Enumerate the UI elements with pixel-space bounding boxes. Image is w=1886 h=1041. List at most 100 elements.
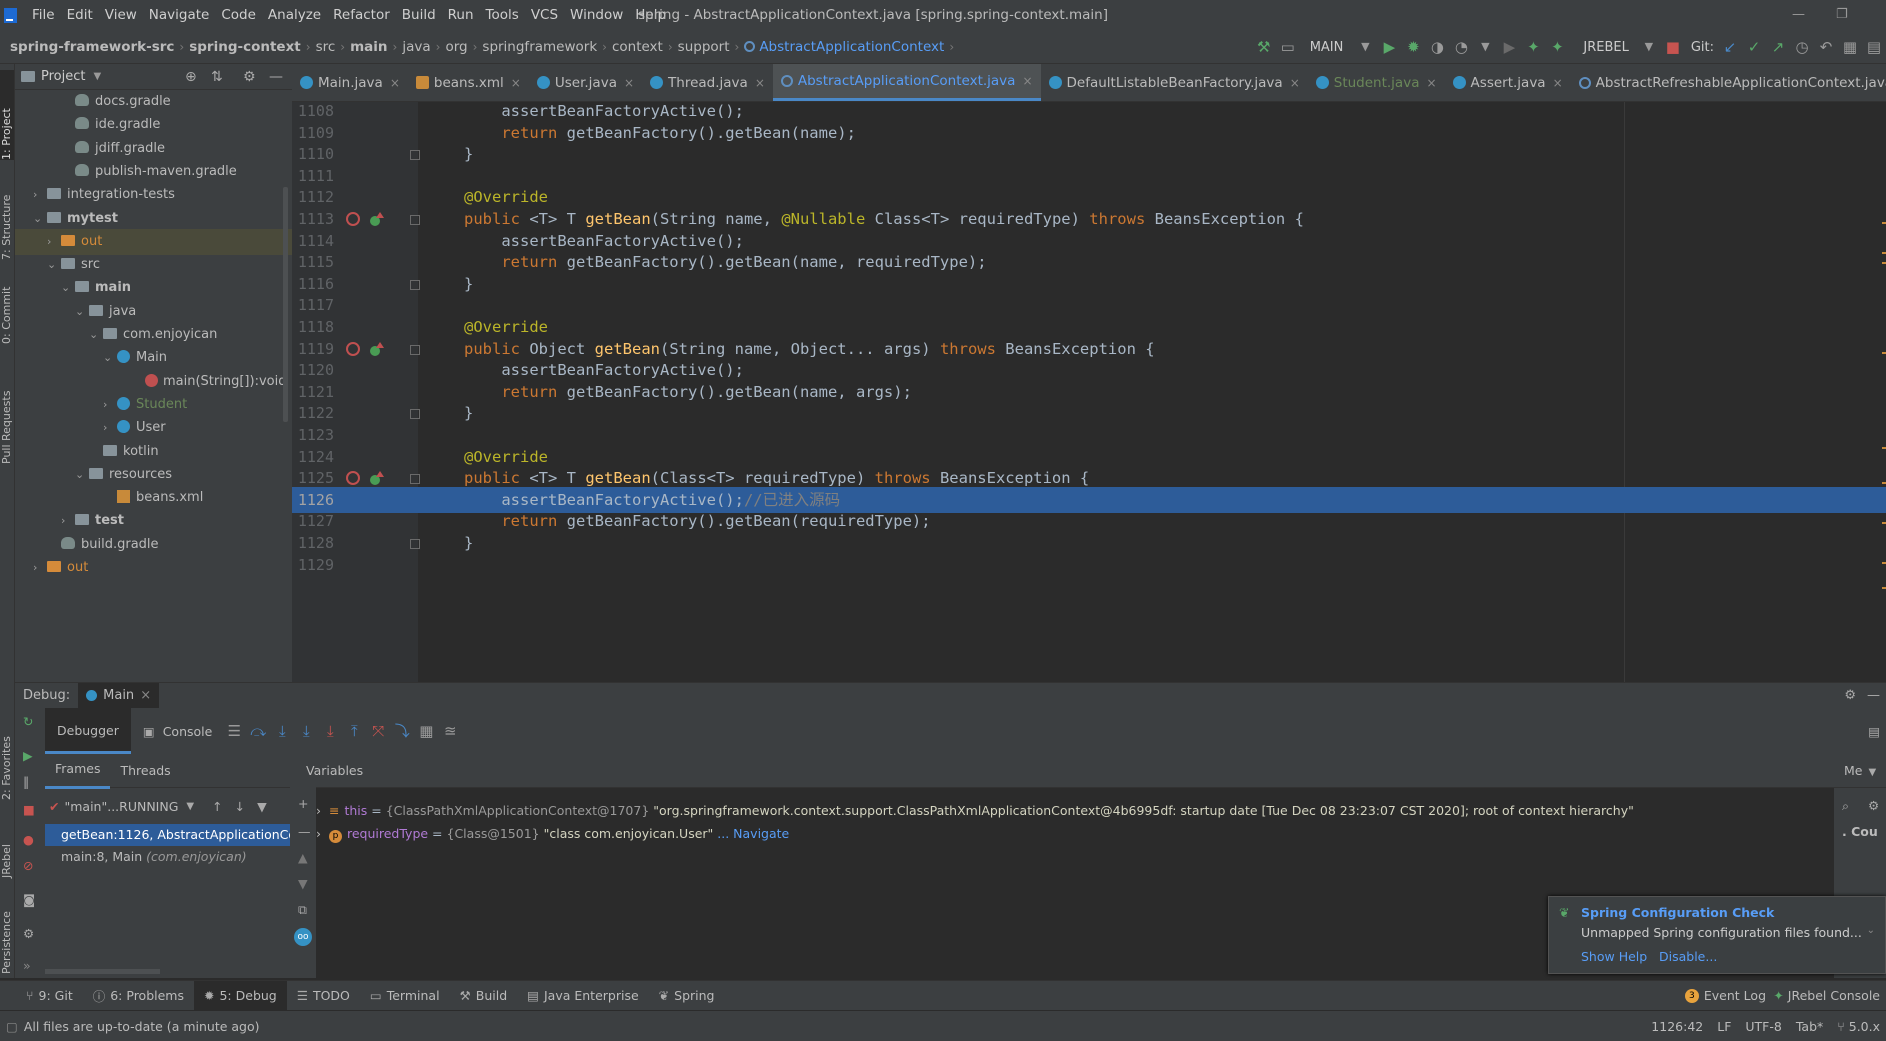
- scroll-marker[interactable]: [1882, 262, 1886, 264]
- tool-tab[interactable]: ✹ 5: Debug: [194, 980, 287, 1011]
- expand-arrow-icon[interactable]: ›: [33, 555, 45, 581]
- navigate-link[interactable]: ... Navigate: [717, 826, 789, 841]
- tree-item[interactable]: › out: [15, 228, 292, 255]
- tab-threads[interactable]: Threads: [110, 754, 180, 788]
- trace-icon[interactable]: ≊: [438, 714, 462, 748]
- scroll-marker[interactable]: [1882, 252, 1886, 254]
- editor-tab[interactable]: AbstractRefreshableApplicationContext.ja…: [1571, 64, 1886, 101]
- gear-icon[interactable]: ⚙: [23, 926, 34, 941]
- tree-item[interactable]: › Student: [15, 392, 292, 418]
- expand-arrow-icon[interactable]: ⌄: [103, 345, 115, 371]
- tree-item[interactable]: ⌄ main: [15, 275, 292, 301]
- view-breakpoints-icon[interactable]: ●: [23, 832, 34, 847]
- overriding-method-icon[interactable]: [370, 471, 384, 486]
- pull-requests-tool-tab[interactable]: Pull Requests: [0, 354, 14, 464]
- fold-marker-icon[interactable]: [410, 474, 420, 485]
- run-icon[interactable]: ▶: [1377, 30, 1401, 64]
- move-down-icon[interactable]: ▼: [298, 876, 308, 891]
- fold-marker-icon[interactable]: [410, 279, 420, 290]
- tree-item[interactable]: › integration-tests: [15, 182, 292, 208]
- chevron-down-icon[interactable]: ▼: [1868, 767, 1876, 778]
- arrow-up-icon[interactable]: ↑: [212, 799, 222, 814]
- scroll-marker[interactable]: [1882, 482, 1886, 484]
- breadcrumb-item[interactable]: src: [316, 39, 336, 55]
- file-encoding[interactable]: UTF-8: [1745, 1019, 1781, 1034]
- frames-scrollbar[interactable]: [45, 969, 160, 974]
- tool-tab[interactable]: ⓘ 6: Problems: [83, 981, 194, 1011]
- tree-item[interactable]: ⌄ com.enjoyican: [15, 322, 292, 348]
- tree-item[interactable]: docs.gradle: [15, 90, 292, 115]
- overriding-method-icon[interactable]: [370, 341, 384, 356]
- debug-session-tab[interactable]: Main ×: [78, 682, 160, 709]
- hide-icon[interactable]: —: [269, 69, 283, 85]
- tree-item[interactable]: ide.gradle: [15, 112, 292, 138]
- chevron-down-icon[interactable]: ⌄: [1867, 925, 1875, 936]
- show-help-link[interactable]: Show Help: [1581, 949, 1647, 964]
- jrebel-debug-icon[interactable]: ✦: [1545, 30, 1569, 64]
- layout-icon[interactable]: ▢: [0, 1019, 24, 1034]
- chevron-down-icon[interactable]: ▼: [1473, 30, 1497, 64]
- close-icon[interactable]: ×: [1426, 76, 1436, 90]
- scroll-marker[interactable]: [1882, 222, 1886, 224]
- filter-icon[interactable]: ▼: [257, 799, 267, 814]
- caret-position[interactable]: 1126:42: [1651, 1019, 1703, 1034]
- profile-icon[interactable]: ◔: [1449, 30, 1473, 64]
- editor-tab[interactable]: Student.java ×: [1308, 64, 1445, 101]
- force-step-into-icon[interactable]: ⤓: [318, 714, 342, 748]
- expand-arrow-icon[interactable]: ›: [33, 182, 45, 208]
- stack-frame[interactable]: main:8, Main (com.enjoyican): [45, 846, 290, 868]
- event-log-tab[interactable]: 3 Event Log: [1684, 988, 1766, 1003]
- tool-tab[interactable]: ❦ Spring: [649, 981, 725, 1011]
- more-icon[interactable]: »: [23, 958, 31, 973]
- editor-tab[interactable]: AbstractApplicationContext.java ×: [772, 64, 1041, 101]
- editor-tab[interactable]: Main.java ×: [292, 64, 408, 101]
- gear-icon[interactable]: ⚙: [1844, 688, 1856, 703]
- breadcrumb-item[interactable]: AbstractApplicationContext: [759, 39, 944, 55]
- memory-tab[interactable]: Me ▼: [1834, 754, 1886, 788]
- close-icon[interactable]: ×: [140, 688, 151, 703]
- implementing-method-icon[interactable]: [346, 471, 360, 486]
- tab-console[interactable]: Console: [163, 724, 223, 739]
- git-push-icon[interactable]: ↗: [1766, 30, 1790, 64]
- stack-frame[interactable]: getBean:1126, AbstractApplicationContext: [45, 824, 290, 846]
- tree-item[interactable]: main(String[]):void: [15, 369, 292, 395]
- locate-icon[interactable]: ⊕: [185, 69, 197, 85]
- tool-tab[interactable]: ▤ Java Enterprise: [517, 981, 649, 1011]
- collapse-all-icon[interactable]: ⇅: [211, 69, 223, 85]
- scroll-marker[interactable]: [1882, 587, 1886, 589]
- overriding-method-icon[interactable]: [370, 212, 384, 226]
- tree-item[interactable]: kotlin: [15, 439, 292, 465]
- debug-icon[interactable]: ✹: [1401, 30, 1425, 64]
- thread-select[interactable]: "main"...RUNNING: [64, 799, 178, 814]
- tree-item[interactable]: jdiff.gradle: [15, 136, 292, 162]
- menu-file[interactable]: File: [26, 0, 61, 30]
- tab-frames[interactable]: Frames: [45, 752, 111, 789]
- menu-run[interactable]: Run: [442, 0, 480, 30]
- breadcrumb-item[interactable]: springframework: [482, 39, 597, 55]
- breadcrumb-item[interactable]: spring-context: [189, 39, 301, 55]
- run-to-cursor-icon[interactable]: ⤵: [390, 714, 414, 748]
- variable-row[interactable]: › ≡ this = {ClassPathXmlApplicationContex…: [316, 800, 1634, 822]
- glasses-icon[interactable]: oo: [294, 928, 312, 946]
- step-out-icon[interactable]: ⤒: [342, 714, 366, 748]
- project-panel-title[interactable]: Project: [41, 69, 85, 84]
- history-icon[interactable]: ◷: [1790, 30, 1814, 64]
- status-message[interactable]: All files are up-to-date (a minute ago): [24, 1019, 260, 1034]
- tree-item[interactable]: ⌄ mytest: [15, 206, 292, 232]
- drop-frame-icon[interactable]: ⤧: [366, 714, 390, 748]
- scroll-marker[interactable]: [1882, 562, 1886, 564]
- menu-view[interactable]: View: [99, 0, 143, 30]
- breadcrumb-item[interactable]: context: [612, 39, 663, 55]
- indent-setting[interactable]: Tab*: [1796, 1019, 1823, 1034]
- tree-item[interactable]: ⌄ java: [15, 299, 292, 325]
- gear-icon[interactable]: ⚙: [1868, 798, 1879, 813]
- remove-icon[interactable]: —: [298, 824, 311, 839]
- fold-marker-icon[interactable]: [410, 150, 420, 161]
- chevron-down-icon[interactable]: ▼: [186, 801, 194, 812]
- favorites-tool-tab[interactable]: 2: Favorites: [0, 720, 14, 800]
- layout-icon[interactable]: ☰: [222, 714, 246, 748]
- fold-marker-icon[interactable]: [410, 344, 420, 355]
- tree-item[interactable]: › test: [15, 508, 292, 534]
- arrow-down-icon[interactable]: ↓: [235, 799, 245, 814]
- menu-navigate[interactable]: Navigate: [143, 0, 216, 30]
